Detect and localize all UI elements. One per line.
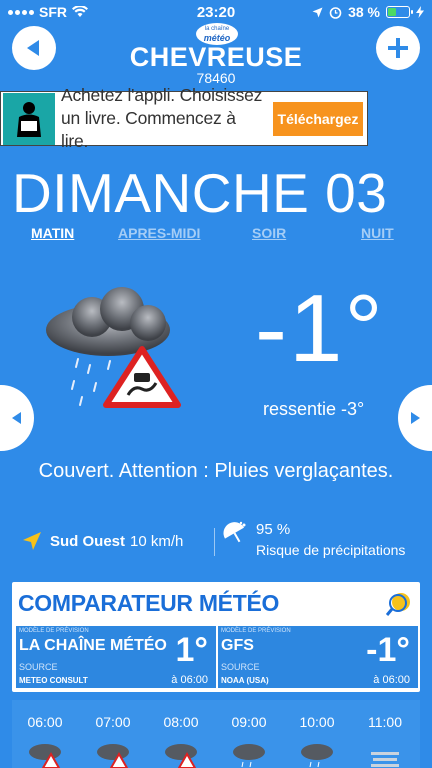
model-source: METEO CONSULT [19,676,88,685]
rain-percent: 95 % [256,521,291,538]
model-card-gfs[interactable]: MODÈLE DE PRÉVISION GFS -1° SOURCE NOAA … [218,626,418,688]
freezing-rain-icon [46,287,181,408]
model-caption: MODÈLE DE PRÉVISION [19,628,89,634]
comparateur-title: COMPARATEUR MÉTÉO [18,590,280,616]
status-right: 38 % [312,4,424,20]
tab-soir[interactable]: SOIR [252,225,286,241]
wind-direction: Sud Ouest [50,532,126,550]
model-caption: MODÈLE DE PRÉVISION [221,628,291,634]
model-source-label: SOURCE [221,662,260,672]
next-day-button[interactable] [398,385,432,451]
temperature: -1° [255,275,385,382]
ad-line-2: un livre. Commencez à lire. [61,108,236,151]
cloud-rain-icon [301,744,333,768]
hour-label: 11:00 [368,714,402,730]
tab-apres-midi[interactable]: APRES-MIDI [118,225,200,241]
freezing-rain-icon [165,744,197,768]
cloud-rain-icon [233,744,265,768]
model-card-lcm[interactable]: MODÈLE DE PRÉVISION LA CHAÎNE MÉTÉO 1° S… [16,626,216,688]
hour-label: 07:00 [95,714,131,730]
tab-matin[interactable]: MATIN [31,225,74,241]
model-time: à 06:00 [373,674,410,686]
hour-label: 06:00 [27,714,63,730]
previous-day-button[interactable] [0,385,34,451]
battery-icon [386,6,413,18]
chevron-left-icon [12,412,21,424]
plus-icon [388,38,408,58]
charging-icon [416,6,424,18]
comparateur-panel[interactable]: COMPARATEUR MÉTÉO MODÈLE DE PRÉVISION LA… [12,582,420,692]
model-source-label: SOURCE [19,662,58,672]
feels-like: ressentie -3° [263,399,365,419]
add-city-button[interactable] [376,26,420,70]
freezing-rain-icon [29,744,61,768]
status-bar: SFR 23:20 38 % [0,0,432,24]
tab-nuit[interactable]: NUIT [361,225,394,241]
umbrella-icon [223,521,246,543]
fog-icon [371,752,399,767]
city-name: CHEVREUSE [129,42,303,72]
battery-label: 38 % [348,4,380,20]
ad-line-1: Achetez l'appli. Choisissez [61,85,263,105]
hour-label: 10:00 [299,714,335,730]
model-temp: 1° [175,631,208,669]
model-time: à 06:00 [171,674,208,686]
ad-download-button[interactable]: Téléchargez [273,101,363,136]
day-title: DIMANCHE 03 [12,162,388,224]
wind-direction-icon [23,532,41,550]
location-icon [312,7,323,17]
info-divider [214,528,215,556]
rain-info: 95 % Risque de précipitations [222,521,405,558]
rain-label: Risque de précipitations [256,542,406,558]
period-tabs: MATIN APRES-MIDI SOIR NUIT [0,225,432,245]
hour-label: 09:00 [231,714,267,730]
ad-text: Achetez l'appli. Choisissez un livre. Co… [55,84,265,153]
model-name: GFS [221,637,254,654]
hourly-forecast[interactable]: 06:00 07:00 08:00 09:00 10:00 11:00 [12,700,420,768]
wind-info: Sud Ouest 10 km/h [22,531,183,551]
model-temp: -1° [366,631,410,669]
model-name: LA CHAÎNE MÉTÉO [19,637,167,654]
weather-description: Couvert. Attention : Pluies verglaçantes… [38,460,394,482]
chevron-right-icon [411,412,420,424]
freezing-rain-icon [97,744,129,768]
hour-label: 08:00 [163,714,199,730]
comparateur-logo-icon [386,593,410,616]
ad-banner[interactable]: Achetez l'appli. Choisissez un livre. Co… [0,85,368,151]
wind-speed: 10 km/h [130,532,184,550]
battery-fill [388,8,396,16]
alarm-icon [329,6,342,19]
reader-icon [3,92,55,145]
model-source: NOAA (USA) [221,676,269,685]
